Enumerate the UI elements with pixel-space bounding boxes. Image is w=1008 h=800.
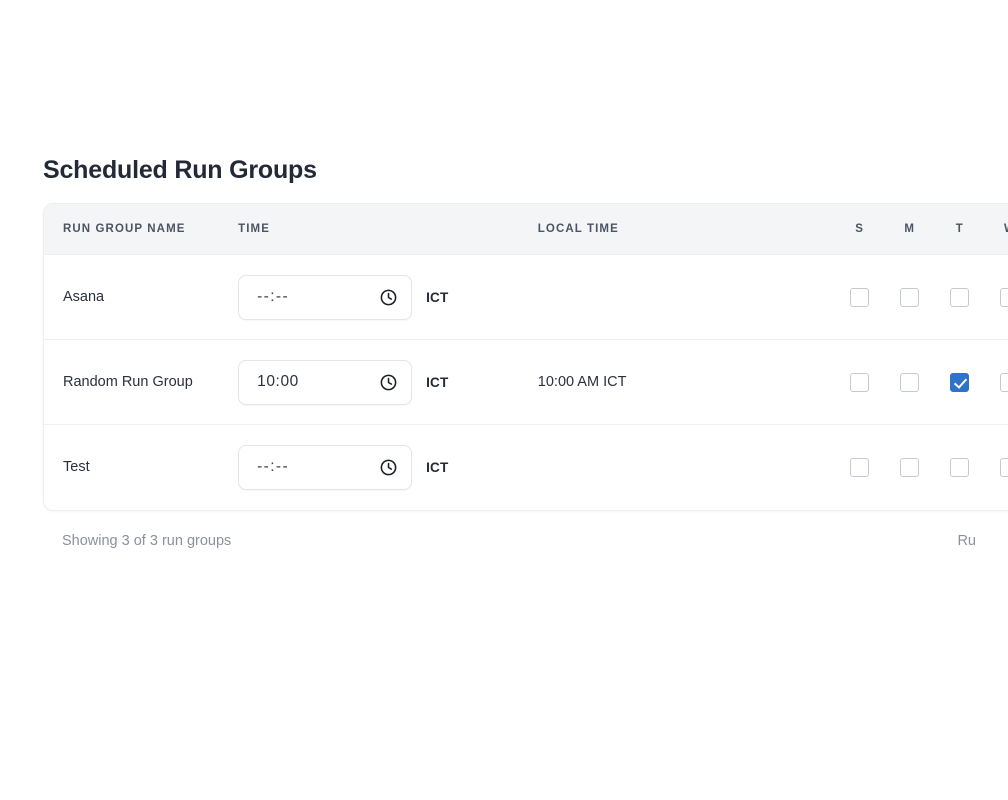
time-field-group: --:-- ICT <box>238 274 538 320</box>
day-cell-sunday <box>834 425 884 510</box>
timezone-label: ICT <box>426 374 449 390</box>
footer-right-label: Ru <box>957 532 976 549</box>
showing-count-label: Showing 3 of 3 run groups <box>62 532 232 549</box>
column-header-local-time: LOCAL TIME <box>537 204 835 255</box>
day-checkbox-tuesday[interactable] <box>950 287 970 307</box>
day-checkbox-monday[interactable] <box>899 372 919 392</box>
table-row: Test --:-- ICT <box>44 425 1008 510</box>
day-cell-tuesday <box>934 339 985 425</box>
table-footer: Showing 3 of 3 run groups Ru <box>43 511 995 549</box>
day-cell-wednesday <box>984 254 1008 340</box>
day-checkbox-sunday[interactable] <box>849 457 869 477</box>
scheduled-run-groups-panel: Scheduled Run Groups RUN GROUP NAME TIME… <box>43 155 1008 549</box>
scheduled-run-groups-table: RUN GROUP NAME TIME LOCAL TIME S M T W T… <box>44 204 1008 510</box>
column-header-day-sunday: S <box>834 204 885 255</box>
column-header-day-monday: M <box>884 204 935 255</box>
local-time-cell: 10:00 AM ICT <box>537 339 835 425</box>
day-cell-sunday <box>834 339 885 425</box>
timezone-label: ICT <box>426 459 449 475</box>
timezone-label: ICT <box>426 289 449 305</box>
run-group-name-cell: Test <box>63 459 90 476</box>
column-header-run-group-name: RUN GROUP NAME <box>44 204 239 255</box>
local-time-cell <box>538 425 834 510</box>
clock-icon <box>380 459 397 476</box>
clock-icon <box>380 289 397 305</box>
table-header-row: RUN GROUP NAME TIME LOCAL TIME S M T W T <box>44 204 1008 255</box>
time-input-value: 10:00 <box>257 373 299 390</box>
time-cell: --:-- ICT <box>238 425 538 510</box>
table-row: Random Run Group 10:00 ICT 10:00 AM ICT <box>44 339 1008 425</box>
run-group-name-cell: Random Run Group <box>44 339 239 425</box>
day-cell-tuesday <box>934 254 985 340</box>
local-time-cell <box>537 254 835 340</box>
clock-icon-button[interactable] <box>379 288 398 307</box>
scheduled-run-groups-table-card: RUN GROUP NAME TIME LOCAL TIME S M T W T… <box>43 203 1008 511</box>
day-cell-wednesday <box>985 425 1008 510</box>
day-checkbox-wednesday[interactable] <box>1000 372 1008 392</box>
column-header-time: TIME <box>238 204 538 255</box>
day-cell-wednesday <box>984 339 1008 425</box>
day-checkbox-monday[interactable] <box>899 287 919 307</box>
time-field-group: 10:00 ICT <box>238 359 538 405</box>
table-header: RUN GROUP NAME TIME LOCAL TIME S M T W T <box>44 204 1008 255</box>
clock-icon-button[interactable] <box>379 458 398 477</box>
column-header-day-tuesday: T <box>934 204 985 255</box>
day-checkbox-sunday[interactable] <box>849 372 869 392</box>
clock-icon <box>380 374 397 390</box>
day-checkbox-sunday[interactable] <box>849 287 869 307</box>
time-field-group: --:-- ICT <box>238 444 538 490</box>
day-checkbox-wednesday[interactable] <box>1000 457 1008 477</box>
column-header-day-wednesday: W <box>984 204 1008 255</box>
day-checkbox-tuesday[interactable] <box>950 457 970 477</box>
clock-icon-button[interactable] <box>379 373 398 392</box>
table-row: Asana --:-- ICT <box>44 254 1008 340</box>
day-cell-monday <box>884 254 935 340</box>
day-checkbox-tuesday[interactable] <box>950 372 970 392</box>
day-checkbox-monday[interactable] <box>899 457 919 477</box>
time-input[interactable]: 10:00 <box>238 359 413 405</box>
time-input[interactable]: --:-- <box>238 274 413 320</box>
day-cell-monday <box>884 339 935 425</box>
time-input-value: --:-- <box>257 458 290 476</box>
app-root: Scheduled Run Groups RUN GROUP NAME TIME… <box>0 0 1008 800</box>
run-group-name-cell: Asana <box>44 254 239 340</box>
time-input-value: --:-- <box>257 288 290 305</box>
table-body: Asana --:-- ICT Random Run Group 10:00 ICT 10:… <box>44 254 1008 510</box>
day-cell-sunday <box>834 254 885 340</box>
day-cell-monday <box>884 425 934 510</box>
day-cell-tuesday <box>935 425 985 510</box>
time-input[interactable]: --:-- <box>238 444 413 490</box>
time-cell: 10:00 ICT <box>238 339 538 425</box>
day-checkbox-wednesday[interactable] <box>1000 287 1008 307</box>
page-title: Scheduled Run Groups <box>43 156 317 184</box>
time-cell: --:-- ICT <box>238 254 538 340</box>
